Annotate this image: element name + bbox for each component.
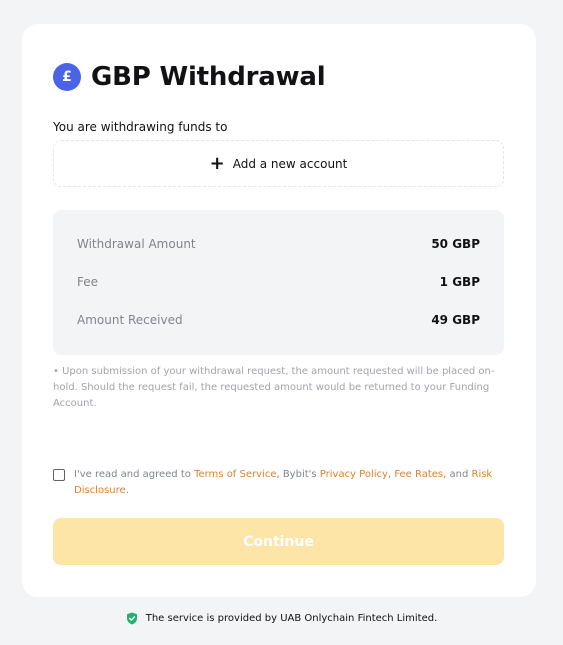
shield-check-icon xyxy=(126,612,138,625)
agreement-row: I've read and agreed to Terms of Service… xyxy=(53,467,508,499)
withdrawal-card: £ GBP Withdrawal You are withdrawing fun… xyxy=(22,24,536,597)
summary-value: 49 GBP xyxy=(431,313,480,327)
agreement-prefix: I've read and agreed to xyxy=(74,469,195,480)
pound-icon: £ xyxy=(53,63,81,91)
title-row: £ GBP Withdrawal xyxy=(53,62,326,92)
terms-of-service-link[interactable]: Terms of Service xyxy=(194,469,276,480)
agreement-text-part: , and xyxy=(443,469,472,480)
summary-label: Amount Received xyxy=(77,313,183,327)
footer-text: The service is provided by UAB Onlychain… xyxy=(145,613,438,624)
add-account-button[interactable]: + Add a new account xyxy=(53,140,504,187)
summary-label: Fee xyxy=(77,275,99,289)
summary-label: Withdrawal Amount xyxy=(77,237,196,251)
summary-row-withdrawal-amount: Withdrawal Amount 50 GBP xyxy=(77,237,480,251)
hold-notice-text: Upon submission of your withdrawal reque… xyxy=(53,366,495,409)
add-account-label: Add a new account xyxy=(232,156,348,171)
bullet-icon: • xyxy=(53,366,63,377)
agreement-checkbox[interactable] xyxy=(53,469,65,481)
summary-row-amount-received: Amount Received 49 GBP xyxy=(77,313,480,327)
plus-icon: + xyxy=(209,152,225,174)
destination-label: You are withdrawing funds to xyxy=(53,120,228,134)
summary-row-fee: Fee 1 GBP xyxy=(77,275,480,289)
privacy-policy-link[interactable]: Privacy Policy xyxy=(320,469,388,480)
fee-rates-link[interactable]: Fee Rates xyxy=(394,469,443,480)
continue-button[interactable]: Continue xyxy=(53,518,504,565)
withdrawal-summary: Withdrawal Amount 50 GBP Fee 1 GBP Amoun… xyxy=(53,210,504,355)
page-title: GBP Withdrawal xyxy=(91,62,326,92)
footer: The service is provided by UAB Onlychain… xyxy=(0,612,563,625)
hold-notice: • Upon submission of your withdrawal req… xyxy=(53,364,508,412)
summary-value: 50 GBP xyxy=(431,237,480,251)
agreement-suffix: . xyxy=(125,485,129,496)
agreement-text-part: , Bybit's xyxy=(276,469,320,480)
summary-value: 1 GBP xyxy=(439,275,480,289)
agreement-text: I've read and agreed to Terms of Service… xyxy=(74,467,508,499)
